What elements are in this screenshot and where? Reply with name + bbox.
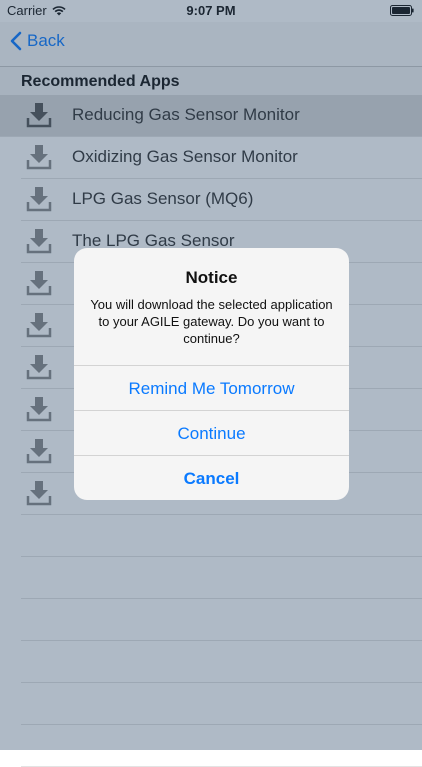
remind-me-tomorrow-button[interactable]: Remind Me Tomorrow [74, 365, 349, 411]
alert-dialog: Notice You will download the selected ap… [74, 248, 349, 500]
alert-message: You will download the selected applicati… [90, 297, 333, 346]
cancel-button[interactable]: Cancel [74, 455, 349, 500]
continue-button[interactable]: Continue [74, 410, 349, 456]
alert-title: Notice [185, 268, 238, 287]
